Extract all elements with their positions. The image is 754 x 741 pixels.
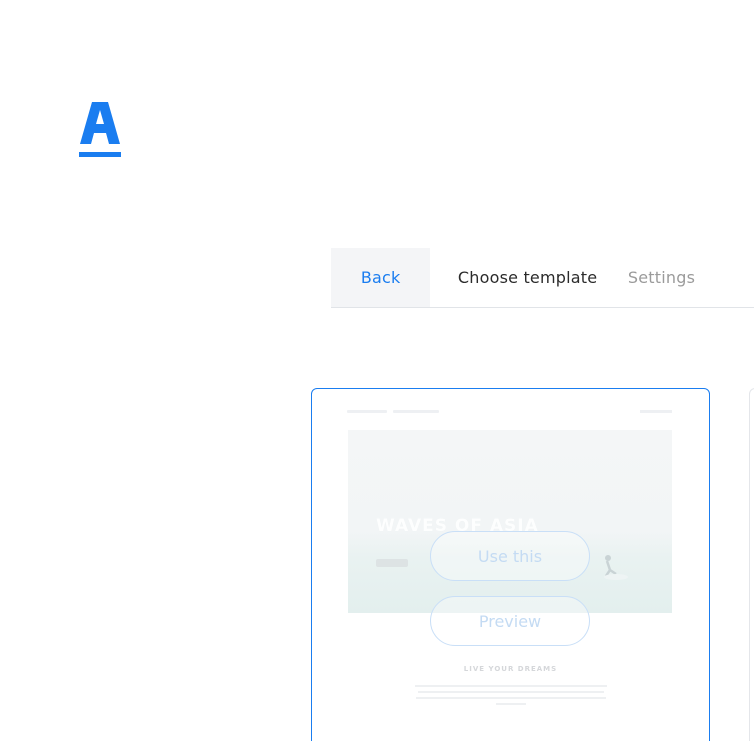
template-card[interactable]: WAVES OF ASIA LIVE YOUR DREAMS Use this … [311, 388, 710, 741]
preview-template-button[interactable]: Preview [430, 596, 590, 646]
preview-nav-links [347, 410, 447, 413]
page: Back Choose template Settings WAVES OF A… [0, 0, 754, 741]
tab-settings: Settings [627, 268, 696, 287]
preview-hero-button [376, 559, 408, 567]
surfer-icon [604, 555, 628, 580]
preview-nav-right [640, 410, 672, 413]
step-tabs: Back Choose template Settings [331, 248, 754, 308]
brand-logo-icon[interactable] [79, 100, 121, 160]
tab-back[interactable]: Back [331, 248, 431, 307]
preview-hero-image: WAVES OF ASIA [348, 430, 672, 613]
tab-choose-template[interactable]: Choose template [430, 248, 625, 307]
preview-section-title: LIVE YOUR DREAMS [463, 665, 558, 673]
preview-text-lines [415, 685, 607, 709]
use-template-button[interactable]: Use this [430, 531, 590, 581]
next-template-card[interactable] [749, 388, 754, 741]
